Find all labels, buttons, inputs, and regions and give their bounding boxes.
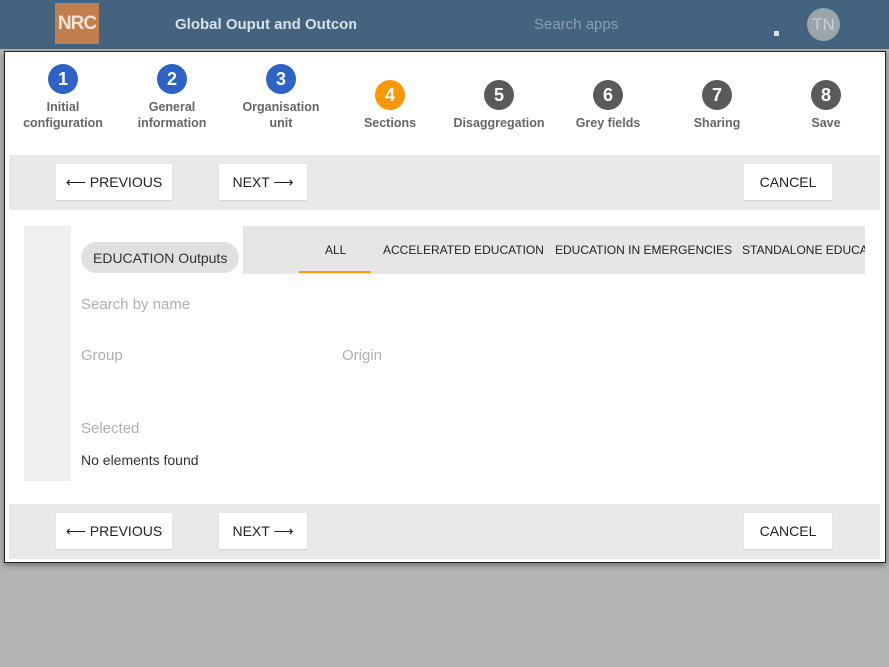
step-sharing[interactable]: 7 Sharing [662,80,772,131]
user-avatar[interactable]: TN [807,8,840,41]
empty-message: No elements found [81,452,199,468]
left-strip [24,226,71,481]
bottom-nav-bar: ⟵ PREVIOUS NEXT ⟶ CANCEL [9,504,880,559]
previous-button-bottom[interactable]: ⟵ PREVIOUS [56,513,172,549]
step-3-label: Organisation unit [242,100,320,130]
step-sections[interactable]: 4 Sections [335,80,445,131]
step-initial-configuration[interactable]: 1 Initial configuration [8,64,118,131]
search-by-name-input[interactable]: Search by name [81,296,190,313]
tab-all[interactable]: ALL [325,226,346,274]
next-button-top[interactable]: NEXT ⟶ [219,164,307,200]
tab-standalone-education[interactable]: STANDALONE EDUCATION [742,226,865,274]
step-4-label: Sections [363,116,417,130]
app-title: Global Ouput and Outcome [175,16,356,33]
app-header: NRC Global Ouput and Outcome Search apps… [0,0,889,49]
step-disaggregation[interactable]: 5 Disaggregation [444,80,554,131]
step-1-circle: 1 [48,64,78,94]
section-chip[interactable]: EDUCATION Outputs [81,242,240,273]
step-4-circle: 4 [375,80,405,110]
apps-menu-icon[interactable] [774,31,779,36]
top-nav-bar: ⟵ PREVIOUS NEXT ⟶ CANCEL [9,155,880,210]
cancel-button-top[interactable]: CANCEL [744,164,832,200]
tab-accelerated-education[interactable]: ACCELERATED EDUCATION [383,226,544,274]
origin-select[interactable]: Origin [342,347,382,364]
step-7-circle: 7 [702,80,732,110]
group-select[interactable]: Group [81,347,123,364]
sections-content: EDUCATION Outputs ALL ACCELERATED EDUCAT… [24,226,865,481]
step-1-label: Initial configuration [23,100,103,130]
step-grey-fields[interactable]: 6 Grey fields [553,80,663,131]
tab-education-in-emergencies[interactable]: EDUCATION IN EMERGENCIES [555,226,732,274]
step-3-circle: 3 [266,64,296,94]
wizard-dialog: 1 Initial configuration 2 General informat… [4,51,886,563]
step-2-circle: 2 [157,64,187,94]
step-8-label: Save [811,116,841,130]
cancel-button-bottom[interactable]: CANCEL [744,513,832,549]
step-6-label: Grey fields [575,116,641,130]
step-organisation-unit[interactable]: 3 Organisation unit [226,64,336,131]
step-8-circle: 8 [811,80,841,110]
previous-button-top[interactable]: ⟵ PREVIOUS [56,164,172,200]
step-save[interactable]: 8 Save [771,80,881,131]
active-tab-indicator [299,271,371,273]
step-general-information[interactable]: 2 General information [117,64,227,131]
section-tabs: ALL ACCELERATED EDUCATION EDUCATION IN E… [243,226,865,274]
step-7-label: Sharing [693,116,741,130]
step-2-label: General information [137,100,207,130]
nrc-logo[interactable]: NRC [55,3,99,44]
search-apps-input[interactable]: Search apps [534,16,618,33]
selected-label: Selected [81,420,140,437]
step-5-circle: 5 [484,80,514,110]
step-5-label: Disaggregation [453,116,545,130]
step-6-circle: 6 [593,80,623,110]
next-button-bottom[interactable]: NEXT ⟶ [219,513,307,549]
